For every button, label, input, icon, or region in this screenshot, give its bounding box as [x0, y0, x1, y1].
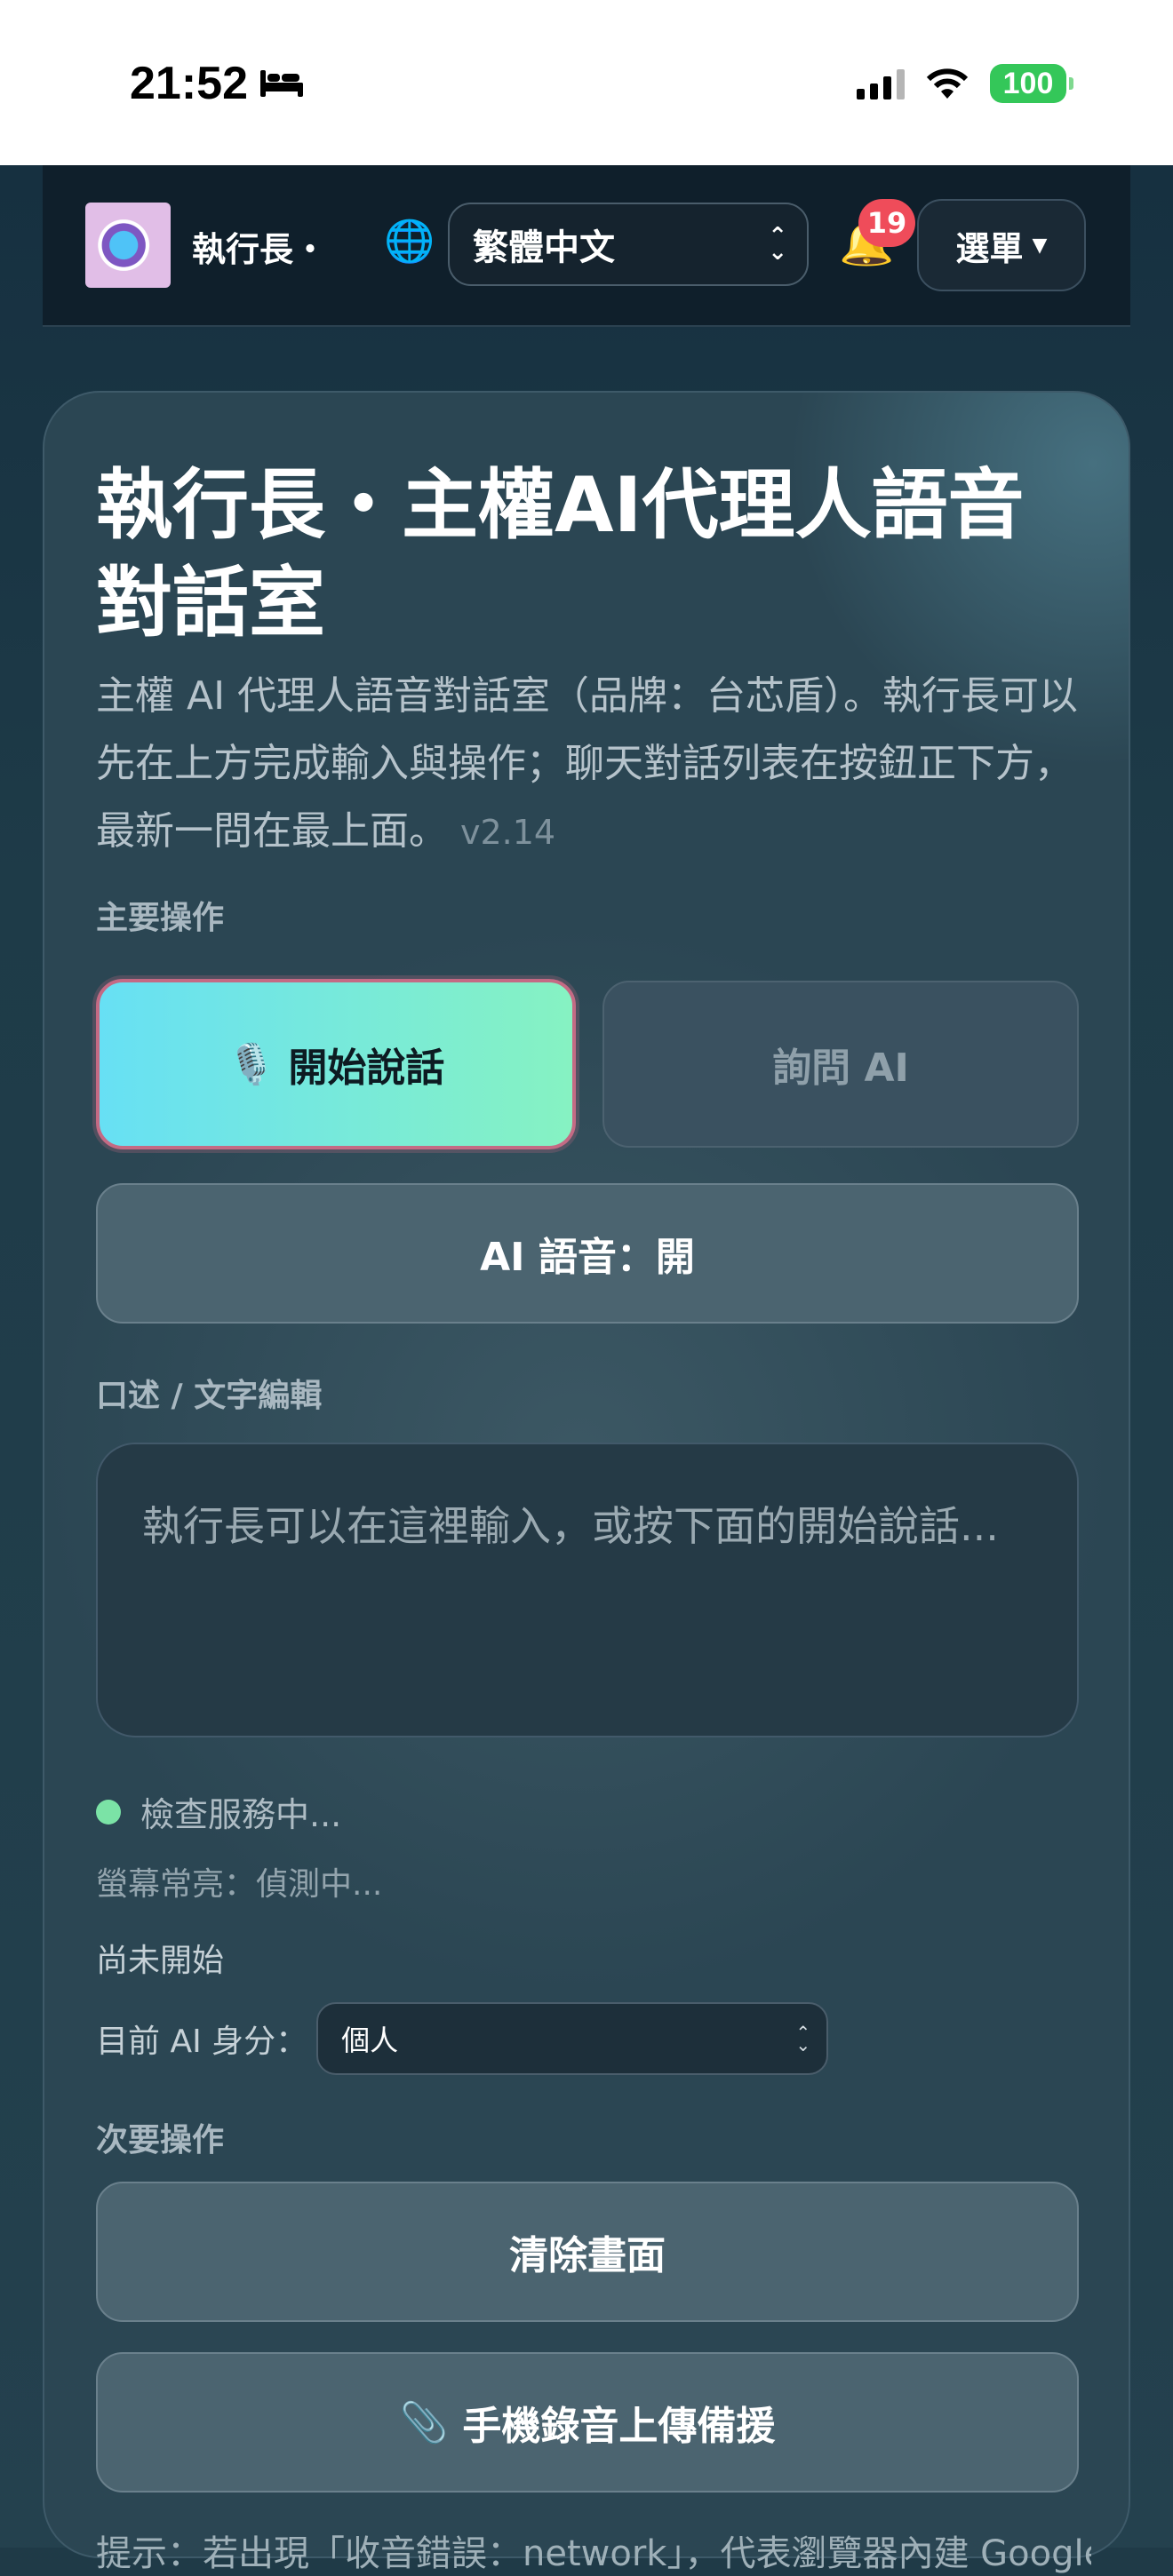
- hint-text: 提示：若出現「收音錯誤：network」，代表瀏覽器內建 Google: [96, 2533, 1091, 2574]
- ai-voice-toggle[interactable]: AI 語音：開: [96, 1183, 1079, 1324]
- ask-ai-button[interactable]: 詢問 AI: [602, 981, 1079, 1148]
- secondary-section-label: 次要操作: [96, 2122, 225, 2159]
- service-status: 檢查服務中...: [96, 1787, 341, 1836]
- status-bar: 21:52 100: [0, 0, 1173, 165]
- description-text: 主權 AI 代理人語音對話室（品牌：台芯盾）。執行長可以先在上方完成輸入與操作；…: [96, 673, 1079, 854]
- bed-icon: [260, 70, 303, 97]
- language-select[interactable]: 繁體中文 ⌃ ⌄: [448, 203, 809, 286]
- identity-label: 目前 AI 身分：: [96, 2023, 308, 2060]
- identity-row: 目前 AI 身分： 個人 ⌃ ⌄: [96, 2002, 829, 2075]
- upload-backup-button[interactable]: 📎 手機錄音上傳備援: [96, 2352, 1079, 2493]
- version-label: v2.14: [460, 813, 556, 852]
- dictation-input[interactable]: 執行長可以在這裡輸入，或按下面的開始說話...: [96, 1443, 1079, 1737]
- status-dot: [96, 1799, 121, 1825]
- wifi-icon: [926, 68, 969, 99]
- start-speaking-label: 開始說話: [288, 1046, 445, 1091]
- main-card: 執行長・主權AI代理人語音對話室 主權 AI 代理人語音對話室（品牌：台芯盾）。…: [43, 391, 1130, 2574]
- chevron-down-icon: ▼: [1032, 234, 1048, 257]
- language-selected-value: 繁體中文: [473, 227, 615, 268]
- notification-badge: 19: [858, 199, 915, 247]
- menu-button[interactable]: 選單 ▼: [917, 199, 1086, 291]
- ai-voice-label: AI 語音：開: [480, 1235, 695, 1280]
- recording-status: 尚未開始: [96, 1943, 225, 1979]
- identity-selected-value: 個人: [341, 2023, 399, 2057]
- time-text: 21:52: [130, 58, 248, 109]
- page-description: 主權 AI 代理人語音對話室（品牌：台芯盾）。執行長可以先在上方完成輸入與操作；…: [96, 663, 1100, 866]
- select-arrows-icon: ⌃ ⌄: [795, 2022, 811, 2055]
- upload-backup-label: 手機錄音上傳備援: [462, 2404, 776, 2449]
- clear-screen-button[interactable]: 清除畫面: [96, 2182, 1079, 2322]
- screen-awake-status: 螢幕常亮：偵測中...: [96, 1866, 383, 1903]
- dictation-section-label: 口述 / 文字編輯: [96, 1378, 323, 1414]
- battery-level: 100: [1002, 66, 1054, 100]
- globe-icon: 🌐: [384, 217, 435, 265]
- clear-screen-label: 清除畫面: [509, 2233, 666, 2278]
- primary-section-label: 主要操作: [96, 900, 225, 936]
- service-status-text: 檢查服務中...: [140, 1795, 342, 1834]
- start-speaking-button[interactable]: 🎙️ 開始說話: [96, 979, 576, 1149]
- battery-icon: 100: [990, 64, 1073, 103]
- select-arrows-icon: ⌃ ⌄: [768, 223, 787, 266]
- identity-select[interactable]: 個人 ⌃ ⌄: [316, 2002, 829, 2075]
- status-time: 21:52: [130, 57, 305, 110]
- brand-logo[interactable]: [85, 203, 171, 288]
- status-indicators: 100: [857, 64, 1073, 103]
- input-placeholder: 執行長可以在這裡輸入，或按下面的開始說話...: [142, 1502, 999, 1550]
- paperclip-icon: 📎: [399, 2400, 449, 2445]
- page-title: 執行長・主權AI代理人語音對話室: [96, 461, 1025, 648]
- microphone-icon: 🎙️: [227, 1042, 276, 1087]
- ask-ai-label: 詢問 AI: [772, 1046, 909, 1091]
- menu-label: 選單: [955, 228, 1024, 268]
- signal-icon: [857, 68, 905, 99]
- top-navigation: 執行長・ 🌐 繁體中文 ⌃ ⌄ 🔔 19 選單 ▼: [43, 165, 1130, 327]
- brand-name[interactable]: 執行長・: [192, 222, 325, 271]
